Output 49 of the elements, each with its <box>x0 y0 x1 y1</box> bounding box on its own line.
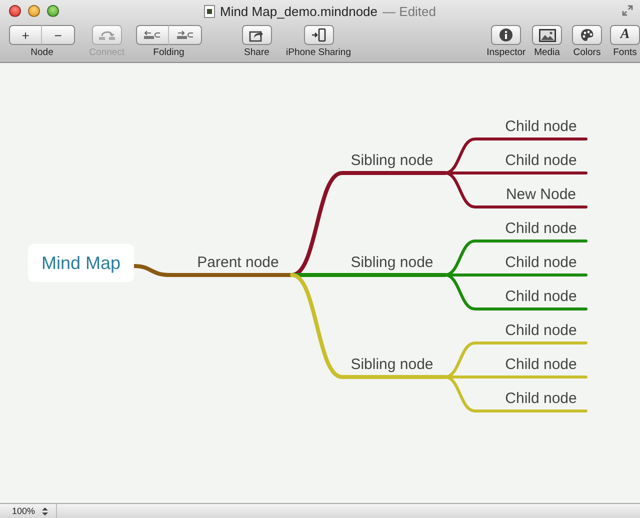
zoom-button[interactable] <box>47 5 59 17</box>
node-label[interactable]: Child node <box>505 288 577 306</box>
node-label[interactable]: Child node <box>505 356 577 374</box>
stepper-icon <box>42 506 48 516</box>
toolbar-label: iPhone Sharing <box>286 47 351 58</box>
remove-node-button[interactable]: − <box>42 25 75 45</box>
media-button[interactable] <box>532 25 562 45</box>
iphone-sharing-button[interactable] <box>304 25 334 45</box>
fullscreen-icon[interactable] <box>622 5 633 16</box>
toolbar-label: Folding <box>153 47 184 58</box>
add-node-button[interactable]: + <box>9 25 42 45</box>
toolbar-label: Share <box>244 47 270 58</box>
node-label[interactable]: Child node <box>505 220 577 238</box>
toolbar-label: Media <box>534 47 560 58</box>
toolbar-label: Fonts <box>613 47 637 58</box>
fonts-button[interactable]: A <box>610 25 640 45</box>
document-icon <box>204 4 215 18</box>
phone-icon <box>310 28 326 42</box>
node-label[interactable]: Child node <box>505 322 577 340</box>
toolbar-label: Colors <box>573 47 601 58</box>
image-icon <box>538 28 556 42</box>
share-icon <box>249 28 264 42</box>
unfold-button[interactable] <box>168 25 202 45</box>
window-title: Mind Map_demo.mindnode <box>220 4 378 18</box>
node-label[interactable]: New Node <box>506 186 576 204</box>
colors-button[interactable] <box>572 25 602 45</box>
node-label[interactable]: Parent node <box>197 254 279 272</box>
node-label[interactable]: Sibling node <box>350 356 434 374</box>
node-label[interactable]: Sibling node <box>350 152 434 170</box>
info-icon <box>499 28 514 42</box>
fold-button[interactable] <box>136 25 169 45</box>
toolbar-label: Node <box>30 47 54 58</box>
collapse-icon <box>143 30 162 40</box>
node-label[interactable]: Child node <box>505 390 577 408</box>
node-label[interactable]: Child node <box>505 118 577 136</box>
root-node[interactable]: Mind Map <box>28 244 134 282</box>
toolbar-label: Inspector <box>486 47 526 58</box>
palette-icon <box>580 28 594 42</box>
minimize-button[interactable] <box>28 5 40 17</box>
node-label[interactable]: Sibling node <box>350 254 434 272</box>
share-button[interactable] <box>242 25 272 45</box>
close-button[interactable] <box>9 5 21 17</box>
expand-icon <box>176 30 194 40</box>
connect-icon <box>98 29 116 41</box>
inspector-button[interactable] <box>491 25 522 45</box>
node-label[interactable]: Child node <box>505 152 577 170</box>
edited-label: — Edited <box>382 4 436 18</box>
zoom-popup[interactable]: 100% <box>0 504 58 518</box>
node-label[interactable]: Child node <box>505 254 577 272</box>
